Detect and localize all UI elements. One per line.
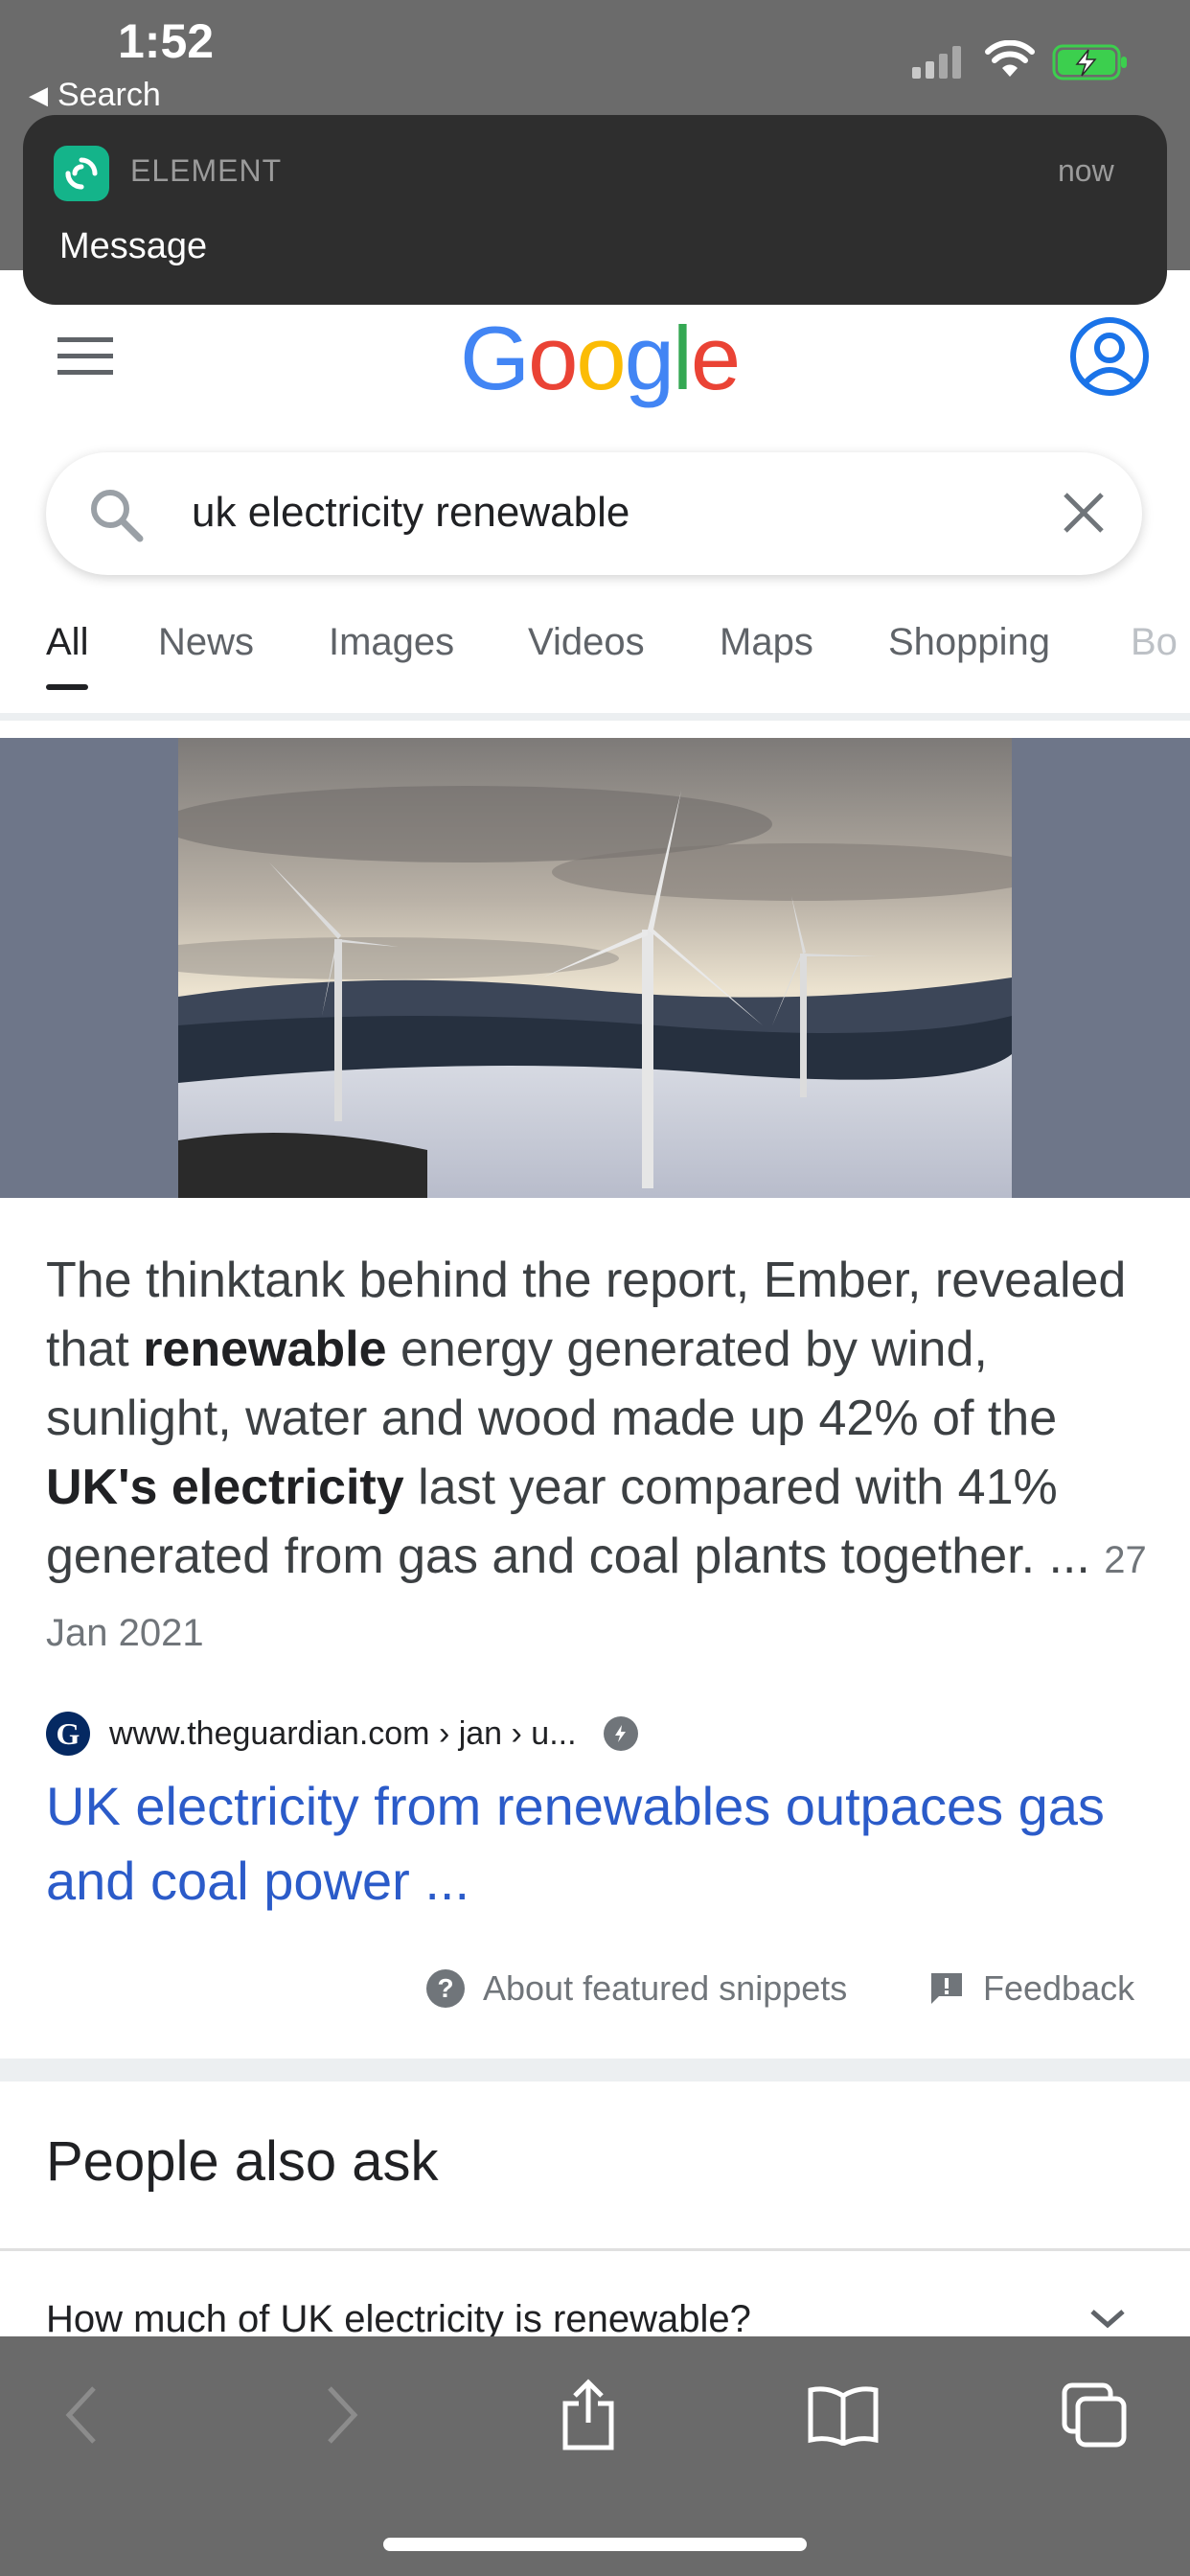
tab-news[interactable]: News xyxy=(158,621,254,664)
snippet-highlight: UK's electricity xyxy=(46,1460,404,1515)
chevron-left-icon xyxy=(65,2386,96,2444)
about-featured-snippets[interactable]: ? About featured snippets xyxy=(425,1968,847,2009)
paa-question[interactable]: How much of UK electricity is renewable? xyxy=(46,2298,751,2341)
home-indicator[interactable] xyxy=(383,2538,807,2551)
guardian-favicon-icon: G xyxy=(46,1712,90,1756)
cellular-signal-icon xyxy=(912,44,961,79)
clear-search-icon[interactable] xyxy=(1062,491,1106,535)
snippet-highlight: renewable xyxy=(143,1322,387,1377)
tab-all[interactable]: All xyxy=(46,621,88,664)
logo-letter: e xyxy=(690,308,741,408)
element-app-icon xyxy=(54,146,109,201)
result-title-link[interactable]: UK electricity from renewables outpaces … xyxy=(46,1769,1148,1919)
share-button[interactable] xyxy=(550,2377,627,2453)
back-triangle-icon: ◀ xyxy=(29,80,48,109)
book-icon xyxy=(808,2386,879,2446)
hamburger-menu-icon[interactable] xyxy=(57,337,113,376)
tab-images[interactable]: Images xyxy=(329,621,454,664)
svg-text:?: ? xyxy=(437,1973,453,2003)
google-logo[interactable]: Google xyxy=(460,307,741,410)
notification-banner[interactable] xyxy=(23,115,1167,305)
account-icon[interactable] xyxy=(1069,316,1150,397)
logo-letter: l xyxy=(672,308,693,408)
feedback-icon xyxy=(931,1973,962,2004)
tab-maps[interactable]: Maps xyxy=(720,621,813,664)
tabs-divider xyxy=(0,713,1190,721)
bookmarks-button[interactable] xyxy=(805,2377,881,2453)
search-input[interactable]: uk electricity renewable xyxy=(192,489,629,537)
tabs-button[interactable] xyxy=(1056,2377,1133,2453)
section-divider xyxy=(0,2058,1190,2082)
featured-snippet-text: The thinktank behind the report, Ember, … xyxy=(46,1246,1148,1668)
feedback-label: Feedback xyxy=(983,1968,1135,2008)
tab-shopping[interactable]: Shopping xyxy=(888,621,1050,664)
logo-letter: G xyxy=(460,308,530,408)
amp-lightning-icon xyxy=(603,1716,638,1751)
notification-app-name: ELEMENT xyxy=(130,153,283,188)
paa-divider xyxy=(0,2248,1190,2251)
source-url: www.theguardian.com › jan › u... xyxy=(109,1714,577,1752)
back-button[interactable] xyxy=(44,2377,121,2453)
about-snippets-label: About featured snippets xyxy=(483,1968,848,2008)
feedback-button[interactable]: Feedback xyxy=(927,1968,1134,2009)
battery-charging-icon xyxy=(1052,44,1127,80)
logo-letter: o xyxy=(528,308,578,408)
people-also-ask-heading: People also ask xyxy=(46,2130,439,2193)
search-tabs: All News Images Videos Maps Shopping Bo xyxy=(0,621,1190,713)
status-time: 1:52 xyxy=(118,14,215,68)
logo-letter: o xyxy=(576,308,626,408)
notification-message: Message xyxy=(59,226,208,266)
notification-time: now xyxy=(1058,153,1114,188)
logo-letter: g xyxy=(624,308,675,408)
active-tab-indicator xyxy=(46,684,88,690)
wifi-icon xyxy=(985,40,1035,77)
forward-button[interactable] xyxy=(303,2377,379,2453)
tabs-icon xyxy=(1062,2382,1127,2448)
chevron-right-icon xyxy=(328,2386,358,2444)
tab-books[interactable]: Bo xyxy=(1131,621,1178,664)
result-source[interactable]: G www.theguardian.com › jan › u... xyxy=(46,1712,638,1756)
chevron-down-icon[interactable] xyxy=(1088,2308,1127,2331)
featured-image-wind-turbines[interactable] xyxy=(178,738,1012,1198)
tab-videos[interactable]: Videos xyxy=(528,621,645,664)
back-label: Search xyxy=(57,77,161,113)
share-icon xyxy=(562,2379,614,2450)
back-to-search-link[interactable]: ◀ Search xyxy=(29,77,161,114)
help-icon: ? xyxy=(426,1969,465,2008)
search-icon xyxy=(91,490,144,542)
